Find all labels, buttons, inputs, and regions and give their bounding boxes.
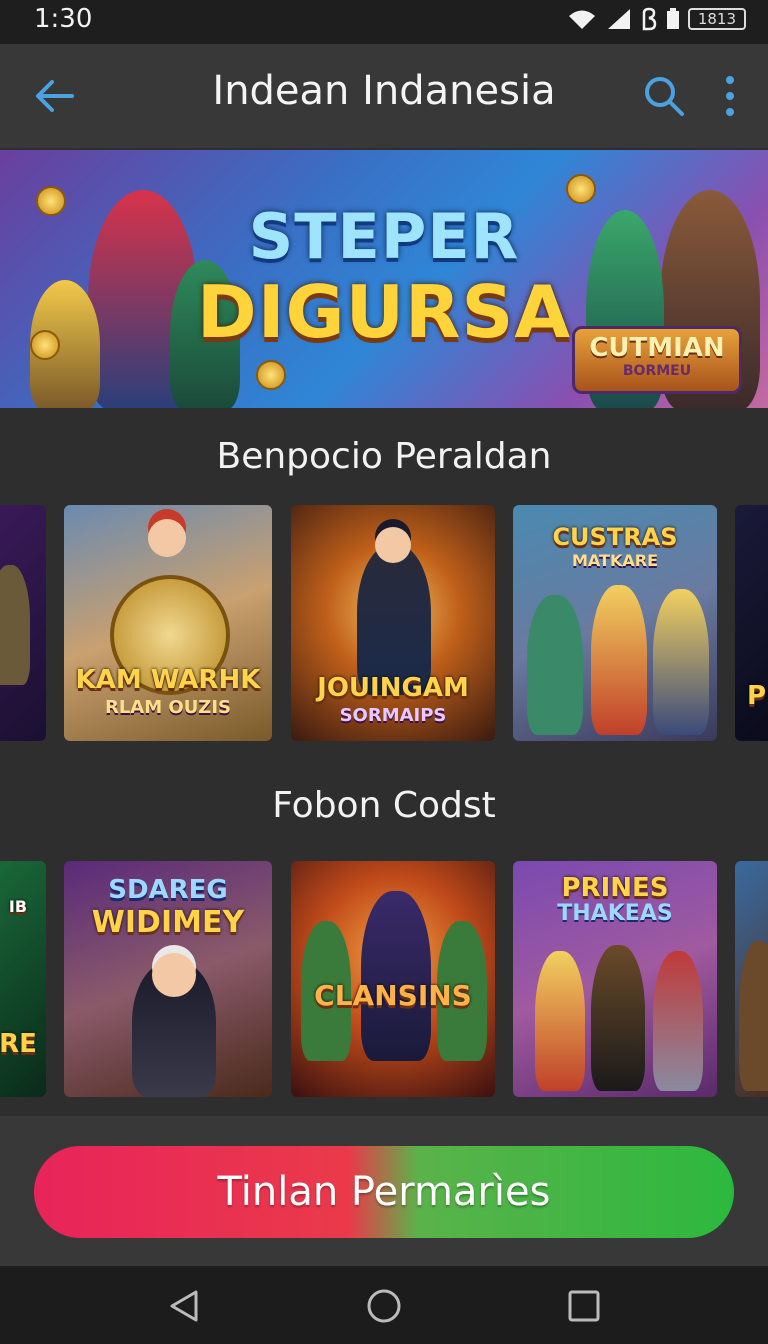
status-time: 1:30 [34, 4, 93, 34]
game-card[interactable]: JOUINGAM SORMAIPS [291, 505, 495, 741]
nav-recents-icon[interactable] [564, 1286, 604, 1326]
card-character [739, 941, 768, 1091]
wifi-icon [568, 10, 595, 29]
card-title-line2: MATKARE [571, 551, 658, 570]
game-row-2[interactable]: IB RE SDAREG WIDIMEY CLANSINS PRINES THA… [0, 861, 768, 1097]
hero-banner[interactable]: STEPER DIGURSA CUTMIAN BORMEU [0, 150, 768, 408]
card-title-line2: WIDIMEY [91, 905, 245, 940]
card-character [653, 589, 709, 735]
status-icons: 1813 [566, 6, 746, 32]
card-title-line2: SORMAIPS [339, 705, 447, 726]
card-title-line1: KAM WARHK [75, 665, 261, 695]
game-card[interactable]: CUSTRAS MATKARE [513, 505, 717, 741]
hero-badge-line1: CUTMIAN [589, 333, 725, 363]
card-title-line1: IB [8, 897, 28, 916]
app-bar: Indean Indanesia [0, 44, 768, 148]
game-row-1[interactable]: KAM WARHK RLAM OUZIS JOUINGAM SORMAIPS C… [0, 505, 768, 741]
card-title-line2: RE [0, 1029, 37, 1059]
card-character-face [152, 953, 196, 997]
data-icon [642, 7, 657, 31]
battery-small-icon [666, 8, 679, 29]
card-title-line1: CLANSINS [314, 979, 472, 1012]
game-card[interactable]: PRINES THAKEAS [513, 861, 717, 1097]
card-title-line1: P [747, 681, 767, 711]
card-character [653, 951, 703, 1091]
section-title-1: Benpocio Peraldan [216, 436, 552, 477]
game-card[interactable]: IB RE [0, 861, 46, 1097]
card-title-line1: CUSTRAS [552, 523, 678, 551]
section-title-2: Fobon Codst [272, 785, 496, 826]
card-character [148, 519, 186, 557]
cta-bar: Tinlan Permarìes [0, 1116, 768, 1266]
card-character [535, 951, 585, 1091]
card-character [591, 945, 645, 1091]
game-card[interactable] [0, 505, 46, 741]
nav-home-icon[interactable] [364, 1286, 404, 1326]
card-title-line1: SDAREG [108, 875, 228, 905]
card-character [361, 891, 431, 1061]
game-card[interactable]: KAM WARHK RLAM OUZIS [64, 505, 272, 741]
signal-icon [607, 9, 630, 29]
more-options-icon[interactable] [718, 72, 742, 120]
game-card[interactable]: P [735, 505, 768, 741]
card-title-line1: JOUINGAM [317, 673, 469, 703]
status-bar: 1:30 1813 [0, 0, 768, 44]
coin-icon [256, 360, 286, 390]
card-title-line1: PRINES [561, 873, 669, 903]
hero-badge-line2: BORMEU [622, 363, 692, 379]
game-card[interactable] [735, 861, 768, 1097]
card-character [591, 585, 647, 735]
card-character [527, 595, 583, 735]
game-card[interactable]: SDAREG WIDIMEY [64, 861, 272, 1097]
primary-action-button[interactable]: Tinlan Permarìes [34, 1146, 734, 1238]
search-icon[interactable] [642, 74, 686, 118]
hero-badge: CUTMIAN BORMEU [572, 326, 742, 394]
nav-back-icon[interactable] [164, 1286, 204, 1326]
card-character [0, 565, 30, 685]
game-card[interactable]: CLANSINS [291, 861, 495, 1097]
hero-title-line1: STEPER [248, 200, 520, 273]
card-title-line2: THAKEAS [557, 901, 673, 926]
system-nav-bar [0, 1266, 768, 1344]
card-character-face [375, 527, 411, 563]
battery-icon: 1813 [687, 8, 746, 30]
card-title-line2: RLAM OUZIS [104, 697, 232, 718]
